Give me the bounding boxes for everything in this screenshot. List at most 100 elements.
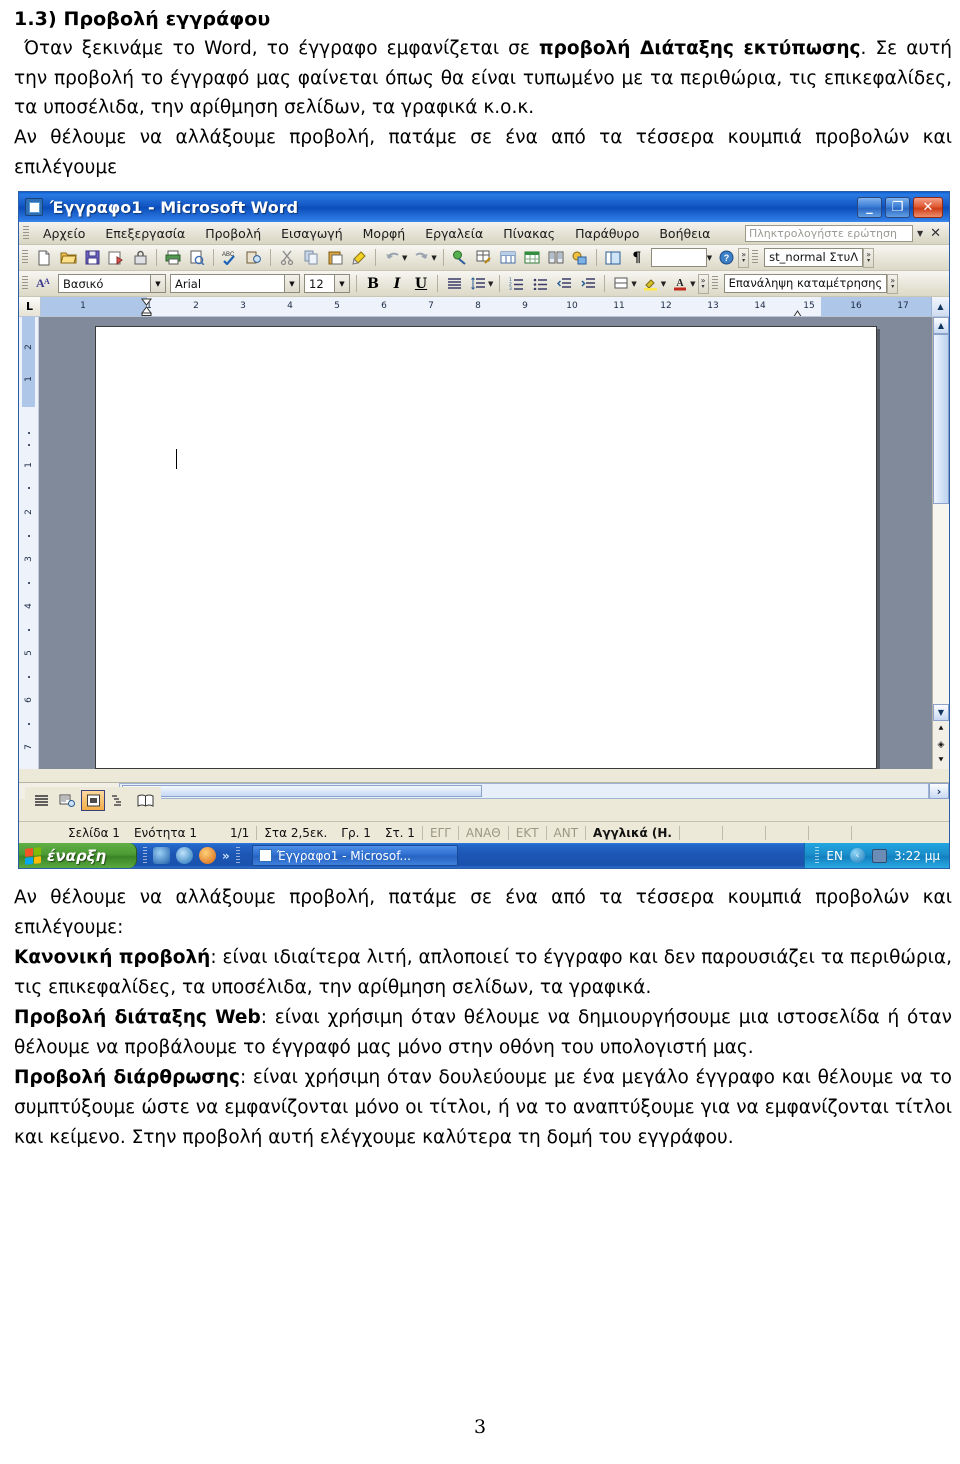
menu-item-help[interactable]: Βοήθεια bbox=[649, 225, 720, 242]
menu-item-table[interactable]: Πίνακας bbox=[493, 225, 565, 242]
permission-lock-icon[interactable] bbox=[129, 247, 151, 268]
menu-grip-handle[interactable] bbox=[23, 225, 29, 241]
numbered-list-icon[interactable]: 123 bbox=[505, 273, 527, 294]
menu-item-insert[interactable]: Εισαγωγή bbox=[271, 225, 352, 242]
tray-grip[interactable] bbox=[815, 846, 820, 865]
quick-launch-grip[interactable] bbox=[143, 846, 147, 865]
drawing-icon[interactable] bbox=[569, 247, 591, 268]
tray-network-icon[interactable] bbox=[871, 848, 887, 863]
media-player-icon[interactable] bbox=[153, 847, 170, 865]
close-button[interactable]: ✕ bbox=[913, 196, 943, 218]
tray-language-indicator[interactable]: EN bbox=[826, 849, 843, 863]
columns-icon[interactable] bbox=[545, 247, 567, 268]
tab-stop-selector[interactable]: L bbox=[19, 297, 41, 317]
format-painter-icon[interactable] bbox=[348, 247, 370, 268]
indent-marker-left[interactable] bbox=[141, 298, 152, 317]
menu-item-file[interactable]: Αρχείο bbox=[33, 225, 95, 242]
wordcount-toolbar-grip[interactable] bbox=[711, 276, 718, 292]
reading-layout-view-button[interactable] bbox=[133, 790, 157, 811]
font-size-chevron-down-icon[interactable]: ▼ bbox=[334, 275, 349, 293]
scroll-right-button[interactable]: › bbox=[929, 783, 949, 800]
scroll-up-ruler-button[interactable]: ▲ bbox=[931, 297, 949, 317]
formatting-toolbar-more-icon[interactable]: » ▾ bbox=[697, 273, 709, 294]
italic-button[interactable]: I bbox=[386, 273, 408, 294]
font-size-combo[interactable]: 12 ▼ bbox=[304, 274, 350, 294]
line-spacing-icon[interactable] bbox=[467, 273, 489, 294]
normal-view-button[interactable] bbox=[29, 790, 53, 811]
zoom-chevron-down-icon[interactable]: ▼ bbox=[707, 254, 712, 262]
research-icon[interactable] bbox=[243, 247, 265, 268]
scroll-up-button[interactable]: ▲ bbox=[933, 317, 949, 335]
outline-view-button[interactable] bbox=[107, 790, 131, 811]
document-page[interactable] bbox=[94, 326, 877, 770]
tables-and-borders-icon[interactable] bbox=[473, 247, 495, 268]
tray-clock[interactable]: 3:22 μμ bbox=[894, 849, 940, 863]
menu-item-format[interactable]: Μορφή bbox=[353, 225, 416, 242]
menu-item-edit[interactable]: Επεξεργασία bbox=[95, 225, 195, 242]
status-language[interactable]: Αγγλικά (Η. bbox=[586, 826, 679, 840]
indent-marker-right[interactable] bbox=[792, 305, 803, 317]
close-document-icon[interactable]: ✕ bbox=[927, 226, 944, 241]
style-chevron-down-icon[interactable]: ▼ bbox=[150, 275, 165, 293]
print-layout-view-button[interactable] bbox=[81, 790, 105, 812]
spellcheck-icon[interactable]: ABC bbox=[219, 247, 241, 268]
minimize-button[interactable]: _ bbox=[857, 196, 882, 218]
menu-item-view[interactable]: Προβολή bbox=[195, 225, 271, 242]
bulleted-list-icon[interactable] bbox=[529, 273, 551, 294]
styles-toolbar-grip[interactable] bbox=[752, 250, 759, 266]
menu-item-window[interactable]: Παράθυρο bbox=[565, 225, 649, 242]
font-chevron-down-icon[interactable]: ▼ bbox=[284, 275, 299, 293]
status-record[interactable]: ΕΓΓ bbox=[423, 826, 458, 840]
print-preview-icon[interactable] bbox=[186, 247, 208, 268]
ask-a-question-input[interactable]: Πληκτρολογήστε ερώτηση bbox=[744, 224, 913, 242]
select-browse-object-button[interactable]: ◈ bbox=[933, 737, 949, 753]
hyperlink-icon[interactable] bbox=[449, 247, 471, 268]
internet-explorer-icon[interactable] bbox=[176, 847, 193, 865]
paste-icon[interactable] bbox=[324, 247, 346, 268]
save-icon[interactable] bbox=[81, 247, 103, 268]
undo-icon[interactable] bbox=[381, 247, 403, 268]
horizontal-ruler[interactable]: L 1 1 2 3 4 5 6 7 8 9 10 11 12 13 14 15 … bbox=[19, 297, 949, 318]
start-button[interactable]: έναρξη bbox=[19, 843, 137, 869]
firefox-icon[interactable] bbox=[199, 847, 216, 865]
increase-indent-icon[interactable] bbox=[577, 273, 599, 294]
help-icon[interactable]: ? bbox=[715, 247, 737, 268]
wordcount-toolbar-more-icon[interactable]: » ▾ bbox=[887, 273, 899, 294]
borders-icon[interactable] bbox=[610, 273, 632, 294]
decrease-indent-icon[interactable] bbox=[553, 273, 575, 294]
chevron-down-icon[interactable]: ▼ bbox=[917, 229, 923, 238]
redo-icon[interactable] bbox=[410, 247, 432, 268]
restore-button[interactable]: ❐ bbox=[885, 196, 910, 218]
cut-icon[interactable] bbox=[276, 247, 298, 268]
status-overtype[interactable]: ΑΝΤ bbox=[547, 826, 586, 840]
print-icon[interactable] bbox=[162, 247, 184, 268]
font-combo[interactable]: Arial ▼ bbox=[170, 274, 300, 294]
underline-button[interactable]: U bbox=[410, 273, 432, 294]
taskbar-item-word[interactable]: Έγγραφο1 - Microsof... bbox=[251, 845, 458, 867]
email-icon[interactable] bbox=[105, 247, 127, 268]
taskband-grip[interactable] bbox=[235, 846, 240, 865]
styles-and-formatting-icon[interactable]: AA bbox=[33, 273, 55, 294]
bold-button[interactable]: B bbox=[362, 273, 384, 294]
style-name-box[interactable]: st_normal ΣτυΛ bbox=[764, 248, 864, 268]
vertical-scrollbar[interactable]: ▲ ▼ ⯅ ◈ ⯆ bbox=[932, 317, 949, 770]
toolbar-options-more-icon[interactable]: » ▾ bbox=[738, 247, 750, 268]
formatting-toolbar-grip[interactable] bbox=[22, 276, 28, 292]
open-folder-icon[interactable] bbox=[57, 247, 79, 268]
document-map-icon[interactable] bbox=[602, 247, 624, 268]
style-combo[interactable]: Βασικό ▼ bbox=[58, 274, 166, 294]
menu-item-tools[interactable]: Εργαλεία bbox=[415, 225, 493, 242]
quick-launch-overflow-icon[interactable]: » bbox=[222, 849, 230, 863]
font-color-icon[interactable]: A bbox=[669, 273, 691, 294]
vertical-ruler[interactable]: 2 1 1 2 3 4 5 6 7 bbox=[19, 317, 39, 770]
web-layout-view-button[interactable] bbox=[55, 790, 79, 811]
next-page-button[interactable]: ⯆ bbox=[933, 753, 949, 769]
copy-icon[interactable] bbox=[300, 247, 322, 268]
new-document-icon[interactable] bbox=[33, 247, 55, 268]
insert-excel-worksheet-icon[interactable] bbox=[521, 247, 543, 268]
status-track-changes[interactable]: ΑΝΑΘ bbox=[459, 826, 508, 840]
show-formatting-marks-icon[interactable]: ¶ bbox=[626, 247, 648, 268]
document-canvas[interactable] bbox=[39, 317, 932, 770]
styles-toolbar-more-icon[interactable]: » ▾ bbox=[863, 247, 875, 268]
horizontal-scroll-track[interactable] bbox=[119, 783, 929, 800]
